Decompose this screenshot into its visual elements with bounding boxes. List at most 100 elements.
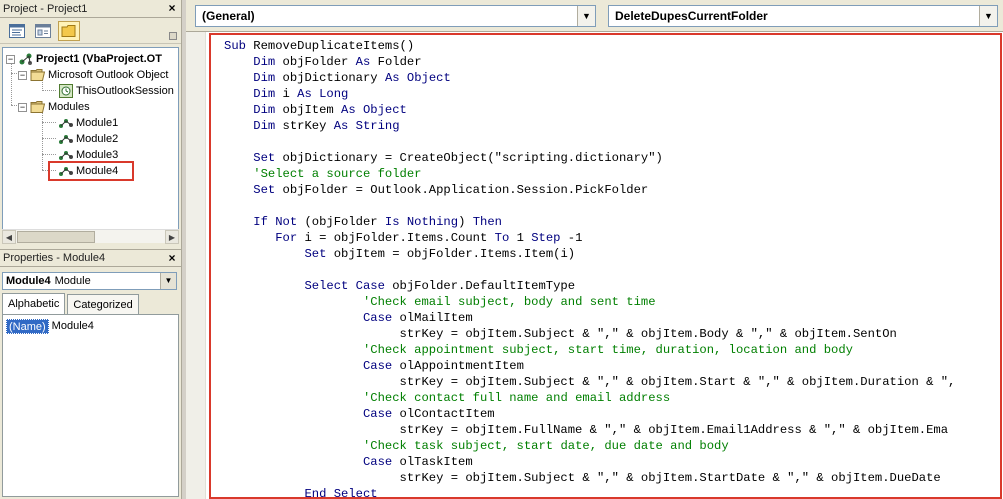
property-value[interactable]: Module4 (49, 320, 94, 332)
code-line[interactable]: 'Check email subject, body and sent time (224, 294, 955, 310)
tab-categorized[interactable]: Categorized (67, 294, 139, 314)
object-select[interactable]: (General) ▼ (195, 5, 596, 27)
properties-object-type: Module (54, 275, 91, 287)
code-line[interactable]: strKey = objItem.FullName & "," & objIte… (224, 422, 955, 438)
code-text: strKey = objItem.Subject & "," & objItem… (224, 327, 897, 341)
code-line[interactable]: Dim i As Long (224, 86, 955, 102)
chevron-down-icon[interactable]: ▼ (577, 6, 595, 26)
tree-item-module1[interactable]: Module1 (58, 115, 120, 131)
toolbar-overflow-icon[interactable] (169, 32, 177, 40)
scroll-right-icon[interactable]: ▶ (165, 230, 179, 244)
tree-item-this-outlook-session[interactable]: ThisOutlookSession (58, 83, 176, 99)
view-code-icon (9, 23, 25, 38)
properties-object-select[interactable]: Module4 Module ▼ (2, 272, 177, 290)
tree-item-modules[interactable]: − Modules (18, 99, 92, 115)
code-text: ) (458, 215, 473, 229)
margin-indicator-bar[interactable] (186, 32, 206, 499)
tree-item-module2[interactable]: Module2 (58, 131, 120, 147)
code-text: (objFolder (304, 215, 385, 229)
code-keyword: Dim (253, 119, 283, 133)
project-explorer-title: Project - Project1 × (0, 0, 181, 18)
module-icon (59, 151, 73, 160)
chevron-down-icon[interactable]: ▼ (979, 6, 997, 26)
procedure-select[interactable]: DeleteDupesCurrentFolder ▼ (608, 5, 998, 27)
scrollbar-thumb[interactable] (17, 231, 95, 243)
code-highlight-box: Sub RemoveDuplicateItems() Dim objFolder… (209, 33, 1002, 499)
code-keyword: Dim (253, 87, 283, 101)
code-line[interactable]: Dim strKey As String (224, 118, 955, 134)
toggle-folders-button[interactable] (58, 20, 80, 41)
project-toolbar (0, 18, 181, 44)
code-text: i = objFolder.Items.Count (304, 231, 495, 245)
view-code-button[interactable] (6, 21, 28, 41)
code-line[interactable]: Dim objFolder As Folder (224, 54, 955, 70)
module4-highlight-box (48, 161, 134, 181)
properties-title: Properties - Module4 × (0, 249, 181, 267)
code-line[interactable]: Dim objDictionary As Object (224, 70, 955, 86)
code-text: RemoveDuplicateItems() (253, 39, 415, 53)
code-editor[interactable]: Sub RemoveDuplicateItems() Dim objFolder… (186, 31, 1003, 499)
collapse-toggle[interactable]: − (18, 102, 27, 112)
code-line[interactable]: Set objDictionary = CreateObject("script… (224, 150, 955, 166)
code-keyword: Is Nothing (384, 215, 459, 229)
tree-item-modules-label: Modules (48, 101, 90, 113)
code-window: (General) ▼ DeleteDupesCurrentFolder ▼ S… (186, 0, 1003, 499)
code-keyword: End Select (304, 487, 378, 499)
code-line[interactable]: For i = objFolder.Items.Count To 1 Step … (224, 230, 955, 246)
collapse-toggle[interactable]: − (6, 54, 15, 64)
tab-alphabetic[interactable]: Alphabetic (2, 293, 66, 314)
code-line[interactable]: 'Check contact full name and email addre… (224, 390, 955, 406)
outlook-session-icon (59, 84, 73, 98)
code-line[interactable]: 'Check appointment subject, start time, … (224, 342, 955, 358)
code-line[interactable]: Set objFolder = Outlook.Application.Sess… (224, 182, 955, 198)
code-line[interactable]: Set objItem = objFolder.Items.Item(i) (224, 246, 955, 262)
properties-grid: (Name) Module4 (2, 314, 179, 497)
code-comment: 'Check appointment subject, start time, … (362, 343, 853, 357)
code-text: strKey = objItem.FullName & "," & objIte… (224, 423, 949, 437)
collapse-toggle[interactable]: − (18, 70, 27, 80)
code-line[interactable] (224, 198, 955, 214)
code-line[interactable]: 'Check task subject, start date, due dat… (224, 438, 955, 454)
code-line[interactable]: Case olMailItem (224, 310, 955, 326)
scroll-left-icon[interactable]: ◀ (2, 230, 16, 244)
code-line[interactable]: strKey = objItem.Subject & "," & objItem… (224, 374, 956, 390)
tree-item-outlook-objects[interactable]: − Microsoft Outlook Object (18, 67, 170, 83)
code-line[interactable]: Dim objItem As Object (224, 102, 955, 118)
code-line[interactable]: Sub RemoveDuplicateItems() (224, 38, 955, 54)
code-line[interactable] (224, 262, 955, 278)
code-line[interactable]: Case olTaskItem (224, 454, 955, 470)
code-line[interactable]: strKey = objItem.Subject & "," & objItem… (224, 470, 955, 486)
chevron-down-icon[interactable]: ▼ (160, 273, 176, 289)
code-comment: 'Select a source folder (253, 167, 422, 181)
code-line[interactable]: strKey = objItem.Subject & "," & objItem… (224, 326, 955, 342)
code-line[interactable]: Case olAppointmentItem (224, 358, 955, 374)
code-line[interactable]: If Not (objFolder Is Nothing) Then (224, 214, 955, 230)
project-tree: − Project1 (VbaProject.OT − Microsoft Ou… (2, 47, 179, 243)
code-line[interactable]: End Select (224, 486, 955, 499)
code-lines[interactable]: Sub RemoveDuplicateItems() Dim objFolder… (224, 38, 956, 499)
tree-item-project[interactable]: − Project1 (VbaProject.OT (6, 51, 164, 67)
view-object-icon (35, 23, 51, 38)
properties-close-button[interactable]: × (165, 252, 179, 266)
code-line[interactable]: 'Select a source folder (224, 166, 955, 182)
project-tree-scrollbar[interactable]: ◀ ▶ (2, 229, 179, 244)
code-line[interactable]: Select Case objFolder.DefaultItemType (224, 278, 955, 294)
project-explorer-close-button[interactable]: × (165, 2, 179, 16)
property-row-name[interactable]: (Name) Module4 (6, 318, 176, 334)
view-object-button[interactable] (32, 21, 54, 41)
code-line[interactable] (224, 134, 955, 150)
code-text: olMailItem (399, 311, 473, 325)
code-line[interactable]: Case olContactItem (224, 406, 955, 422)
property-name: (Name) (6, 318, 49, 334)
code-keyword: As Object (341, 103, 407, 117)
properties-tabs: Alphabetic Categorized (2, 293, 139, 314)
